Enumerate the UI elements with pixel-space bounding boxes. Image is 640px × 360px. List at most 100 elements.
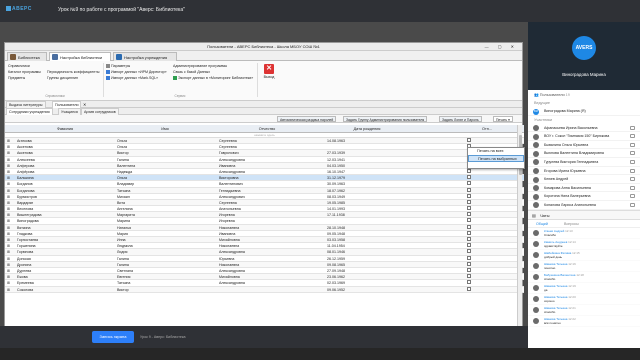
close-tab-icon[interactable]: ✕: [83, 102, 86, 107]
row-checkbox[interactable]: [467, 280, 471, 285]
tab-loans[interactable]: Выдача литературы: [6, 101, 46, 108]
expand-icon[interactable]: ⊞: [7, 225, 10, 231]
expand-icon[interactable]: ⊞: [7, 218, 10, 224]
expand-icon[interactable]: ⊞: [7, 144, 10, 150]
table-cell: Ольга: [117, 145, 127, 150]
window-controls[interactable]: — ▢ ✕: [485, 43, 518, 51]
participant-item[interactable]: Бывалина Ольга Юрьевна: [528, 141, 640, 150]
expand-icon[interactable]: ⊞: [7, 280, 10, 286]
login-password-button[interactable]: Задать Логин и Пароль: [439, 116, 482, 122]
ribbon-item-subjects[interactable]: Предметы: [8, 75, 41, 81]
row-checkbox[interactable]: [467, 175, 471, 180]
expand-icon[interactable]: ⊞: [7, 175, 10, 181]
participant-item[interactable]: Копалова Лариса Анатольевна: [528, 201, 640, 210]
row-checkbox[interactable]: [467, 267, 471, 272]
expand-icon[interactable]: ⊞: [7, 188, 10, 194]
row-checkbox[interactable]: [467, 274, 471, 279]
message-text: спасибо: [544, 276, 556, 281]
tab-users[interactable]: Пользователи: [52, 101, 82, 108]
row-checkbox[interactable]: [467, 218, 471, 223]
expand-icon[interactable]: ⊞: [7, 194, 10, 200]
row-checkbox[interactable]: [467, 237, 471, 241]
ribbon-group-service: Параметры Импорт данных «ИРМ Директор» И…: [106, 63, 167, 81]
participant-item[interactable]: Вьюнова Валентина Владимировна: [528, 149, 640, 158]
row-checkbox[interactable]: [467, 212, 471, 217]
row-checkbox[interactable]: [467, 138, 471, 142]
expand-icon[interactable]: ⊞: [7, 268, 10, 274]
table-cell: Сергеевна: [219, 139, 237, 143]
expand-icon[interactable]: ⊞: [7, 243, 10, 249]
chat-header[interactable]: ▤ Чаты: [528, 209, 640, 220]
ribbon-item-export-monitoring[interactable]: Экспорт данных в «Мониторинг Библиотеки»: [173, 75, 253, 81]
lead-item[interactable]: ВМ Виноградова Марина (Я): [528, 107, 640, 116]
table-cell: Геннадьевна: [219, 188, 241, 193]
tab-general[interactable]: Общий: [536, 220, 548, 228]
table-cell: 09.05.1948: [327, 231, 345, 236]
expand-icon[interactable]: ⊞: [7, 163, 10, 169]
ribbon-group-coefficients: Периодичность коэффициенты Группы дисцип…: [47, 69, 99, 81]
tab-staff[interactable]: Сотрудники учреждения: [6, 108, 53, 115]
col-patronymic[interactable]: Отчество: [217, 125, 317, 133]
expand-icon[interactable]: ⊞: [7, 287, 10, 293]
expand-icon[interactable]: ⊞: [7, 274, 10, 280]
import-icon: [106, 76, 110, 80]
expand-icon[interactable]: ⊞: [7, 200, 10, 206]
users-section[interactable]: 👥 Пользователи 19: [528, 90, 640, 99]
tab-students[interactable]: Учащиеся: [58, 108, 81, 115]
row-checkbox[interactable]: [467, 286, 471, 291]
print-button[interactable]: Печать ▾: [493, 116, 513, 122]
participant-item[interactable]: Афанасьева Ирина Васильевна: [528, 124, 640, 133]
row-checkbox[interactable]: [467, 193, 471, 198]
table-cell: Викторовна: [219, 176, 239, 181]
expand-icon[interactable]: ⊞: [7, 231, 10, 237]
row-checkbox[interactable]: [467, 261, 471, 266]
row-checkbox[interactable]: [467, 230, 471, 235]
participant-item[interactable]: Гурулева Виктория Геннадьевна: [528, 158, 640, 167]
expand-icon[interactable]: ⊞: [7, 157, 10, 163]
tab-institution-settings[interactable]: Настройка учреждения: [113, 52, 177, 61]
expand-icon[interactable]: ⊞: [7, 237, 10, 243]
print-selected-item[interactable]: Печать на выбранных: [468, 155, 524, 162]
row-checkbox[interactable]: [467, 187, 471, 192]
participant-item[interactable]: Егорова Ирина Юрьевна: [528, 167, 640, 176]
expand-icon[interactable]: ⊞: [7, 150, 10, 156]
table-row[interactable]: ⊞ Соколова Виктор 09.06.1952: [5, 286, 524, 293]
ribbon-item-discipline-groups[interactable]: Группы дисциплин: [47, 75, 99, 81]
row-checkbox[interactable]: [467, 224, 471, 229]
tab-library[interactable]: Библиотека: [7, 52, 47, 61]
participant-item[interactable]: ВОУ г. Сокол "Гимназия 150" Бирюкова: [528, 132, 640, 141]
table-cell: Ивановна: [219, 231, 236, 236]
row-checkbox[interactable]: [467, 206, 471, 211]
expand-icon[interactable]: ⊞: [7, 256, 10, 262]
expand-icon[interactable]: ⊞: [7, 181, 10, 187]
row-checkbox[interactable]: [467, 255, 471, 260]
exit-button[interactable]: ✕ Выход: [261, 64, 277, 79]
col-other[interactable]: Отп...: [457, 125, 517, 133]
tab-staff-archive[interactable]: Архив сотрудников: [81, 108, 119, 115]
ribbon-item-import-mark[interactable]: Импорт данных «Mark.SQL»: [106, 75, 167, 81]
expand-icon[interactable]: ⊞: [7, 169, 10, 175]
admin-group-button[interactable]: Задать Группу Администрирования пользова…: [343, 116, 428, 122]
row-checkbox[interactable]: [467, 181, 471, 186]
expand-icon[interactable]: ⊞: [7, 138, 10, 144]
message-text: всё понятно: [544, 320, 561, 325]
auto-passwords-button[interactable]: Автоматическая раздача паролей: [277, 116, 337, 122]
row-checkbox[interactable]: [467, 243, 471, 248]
participant-item[interactable]: Коротина Нина Валерьевна: [528, 192, 640, 201]
print-all-item[interactable]: Печать на всех: [468, 148, 524, 155]
col-lastname[interactable]: Фамилия: [15, 125, 115, 133]
table-cell: Виктор: [117, 287, 129, 292]
row-checkbox[interactable]: [467, 249, 471, 254]
expand-icon[interactable]: ⊞: [7, 206, 10, 212]
participant-item[interactable]: Клюев Андрей: [528, 175, 640, 184]
col-birthdate[interactable]: Дата рождения: [317, 125, 417, 133]
participant-item[interactable]: Комарова Анна Васильевна: [528, 184, 640, 193]
row-checkbox[interactable]: [467, 168, 471, 173]
tab-questions[interactable]: Вопросы: [564, 220, 579, 228]
expand-icon[interactable]: ⊞: [7, 262, 10, 268]
col-firstname[interactable]: Имя: [115, 125, 215, 133]
row-checkbox[interactable]: [467, 199, 471, 204]
expand-icon[interactable]: ⊞: [7, 249, 10, 255]
screen-record-button[interactable]: Запись экрана: [92, 331, 134, 343]
expand-icon[interactable]: ⊞: [7, 212, 10, 218]
